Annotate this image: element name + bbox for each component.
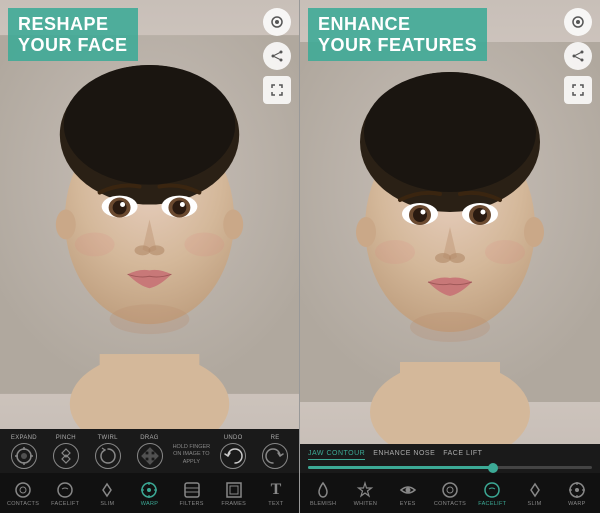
warp-nav-icon [138, 479, 160, 501]
nav-slim[interactable]: SLIM [86, 477, 128, 509]
right-nav-bar: BLEMISH WHITEN EYES [300, 473, 600, 513]
slider-tabs: JAW CONTOUR ENHANCE NOSE FACE LIFT [308, 450, 592, 460]
right-panel: ENHANCE YOUR FEATURES [300, 0, 600, 513]
left-eye-icon-btn[interactable] [263, 8, 291, 36]
right-expand-icon-btn[interactable] [564, 76, 592, 104]
eyes-nav-icon [397, 479, 419, 501]
left-title-overlay: RESHAPE YOUR FACE [8, 8, 138, 61]
jaw-slider-track[interactable] [308, 466, 592, 469]
facelift-right-nav-icon [481, 479, 503, 501]
tool-pinch[interactable]: PINCH [46, 433, 86, 471]
tab-face-lift[interactable]: FACE LIFT [443, 450, 482, 460]
tool-drag[interactable]: DRAG [130, 433, 170, 471]
right-share-icon-btn[interactable] [564, 42, 592, 70]
text-nav-icon: T [265, 479, 287, 501]
left-share-icon-btn[interactable] [263, 42, 291, 70]
frames-nav-icon [223, 479, 245, 501]
right-nav-facelift-active[interactable]: FACELIFT [471, 477, 513, 509]
right-nav-slim[interactable]: SLIM [513, 477, 555, 509]
left-tool-bar: EXPAND PINCH [0, 429, 299, 473]
left-panel: RESHAPE YOUR FACE [0, 0, 300, 513]
nav-facelift[interactable]: FACELIFT [44, 477, 86, 509]
right-nav-warp[interactable]: WARP [556, 477, 598, 509]
right-title-line1: ENHANCE [318, 14, 477, 35]
contacts-nav-icon [12, 479, 34, 501]
slim-nav-icon [96, 479, 118, 501]
right-title-overlay: ENHANCE YOUR FEATURES [308, 8, 487, 61]
slim-right-nav-icon [524, 479, 546, 501]
nav-frames[interactable]: FRAMES [213, 477, 255, 509]
jaw-slider-thumb[interactable] [488, 463, 498, 473]
tool-twirl[interactable]: TWIRL [88, 433, 128, 471]
right-eye-icon-btn[interactable] [564, 8, 592, 36]
nav-filters[interactable]: FILTERS [171, 477, 213, 509]
left-tool-area: EXPAND PINCH [0, 429, 299, 513]
left-title-line1: RESHAPE [18, 14, 128, 35]
left-expand-icon-btn[interactable] [263, 76, 291, 104]
jaw-slider-fill [308, 466, 493, 469]
redo-icon [262, 443, 288, 469]
tool-redo[interactable]: RE [255, 433, 295, 471]
warp-right-nav-icon [566, 479, 588, 501]
left-nav-bar: CONTACTS FACELIFT SLIM [0, 473, 299, 513]
filters-nav-icon [181, 479, 203, 501]
right-title-line2: YOUR FEATURES [318, 35, 477, 56]
right-nav-blemish[interactable]: BLEMISH [302, 477, 344, 509]
left-top-icons [263, 8, 291, 104]
tab-enhance-nose[interactable]: ENHANCE NOSE [373, 450, 435, 460]
right-face-image: ENHANCE YOUR FEATURES [300, 0, 600, 444]
right-nav-eyes[interactable]: EYES [387, 477, 429, 509]
tool-undo[interactable]: UNDO [213, 433, 253, 471]
right-nav-whiten[interactable]: WHITEN [344, 477, 386, 509]
nav-contacts[interactable]: CONTACTS [2, 477, 44, 509]
twirl-icon [95, 443, 121, 469]
hold-hint-text: HOLD FINGERON IMAGE TOAPPLY [173, 438, 211, 465]
left-title-line2: YOUR FACE [18, 35, 128, 56]
blemish-nav-icon [312, 479, 334, 501]
tab-jaw-contour[interactable]: JAW CONTOUR [308, 450, 365, 460]
undo-icon [220, 443, 246, 469]
tool-hold-hint: HOLD FINGERON IMAGE TOAPPLY [171, 436, 211, 467]
facelift-nav-icon [54, 479, 76, 501]
pinch-icon [53, 443, 79, 469]
drag-icon [137, 443, 163, 469]
nav-warp-active[interactable]: WARP [128, 477, 170, 509]
whiten-nav-icon [354, 479, 376, 501]
right-nav-contacts[interactable]: CONTACTS [429, 477, 471, 509]
redo-label: RE [271, 435, 280, 441]
left-face-image: RESHAPE YOUR FACE [0, 0, 299, 429]
nav-text[interactable]: T TEXT [255, 477, 297, 509]
right-top-icons [564, 8, 592, 104]
tool-expand[interactable]: EXPAND [4, 433, 44, 471]
right-slider-area: JAW CONTOUR ENHANCE NOSE FACE LIFT [300, 444, 600, 473]
contacts-right-nav-icon [439, 479, 461, 501]
expand-icon [11, 443, 37, 469]
jaw-slider-row [308, 466, 592, 469]
